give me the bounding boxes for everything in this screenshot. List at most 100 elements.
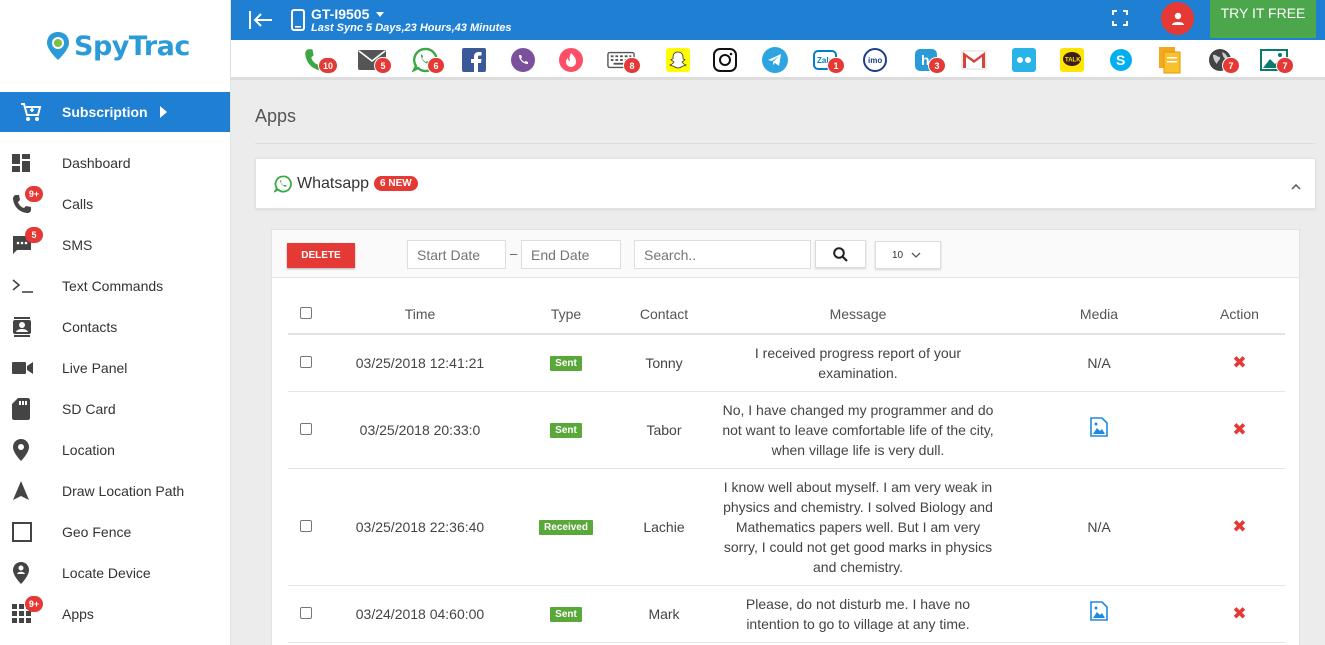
search-button[interactable]: [815, 240, 866, 268]
select-all-checkbox[interactable]: [300, 306, 312, 319]
sidebar-item-label: SMS: [62, 236, 93, 253]
appbar-count: 10: [318, 57, 339, 74]
appbar-count: 6: [427, 57, 445, 74]
column-header-contact[interactable]: Contact: [616, 294, 712, 335]
appbar-files[interactable]: [1156, 46, 1184, 74]
delete-row-icon[interactable]: ✖: [1232, 517, 1246, 536]
sd-card-icon: [0, 397, 62, 420]
top-header: GT-I9505 Last Sync 5 Days,23 Hours,43 Mi…: [231, 0, 1325, 40]
sidebar-item-label: SD Card: [62, 400, 116, 417]
appbar-keyboard[interactable]: 8: [607, 46, 641, 74]
appbar-tinder[interactable]: [557, 46, 585, 74]
sidebar-item-label: Text Commands: [62, 277, 164, 294]
sidebar-item-draw-location-path[interactable]: Draw Location Path: [0, 470, 230, 511]
try-it-free-button[interactable]: TRY IT FREE: [1210, 0, 1316, 38]
chevron-up-icon[interactable]: [1291, 177, 1301, 195]
appbar-gallery[interactable]: 7: [1260, 46, 1294, 74]
appbar-imo[interactable]: imo: [861, 46, 889, 74]
appbar-telegram[interactable]: [761, 46, 789, 74]
column-header-message[interactable]: Message: [712, 294, 1004, 335]
sidebar-item-contacts[interactable]: Contacts: [0, 306, 230, 347]
sidebar-item-geo-fence[interactable]: Geo Fence: [0, 511, 230, 552]
sidebar-item-live-panel[interactable]: Live Panel: [0, 347, 230, 388]
row-checkbox[interactable]: [300, 422, 312, 435]
cell-message: Please, do not disturb me. I have no int…: [745, 595, 971, 632]
page-size-value: 10: [892, 249, 904, 261]
start-date-input[interactable]: [407, 240, 506, 269]
image-file-icon[interactable]: [1090, 417, 1108, 437]
delete-row-icon[interactable]: ✖: [1232, 353, 1246, 372]
appbar-mail[interactable]: 5: [358, 46, 392, 74]
back-button[interactable]: [231, 0, 291, 40]
appbar-instagram[interactable]: [711, 46, 739, 74]
chevron-down-icon: [911, 252, 921, 258]
brand-logo[interactable]: SpyTrac: [0, 0, 230, 92]
appbar-hike[interactable]: h 3: [912, 46, 946, 74]
page-title: Apps: [255, 106, 297, 126]
new-count-badge: 6 NEW: [374, 176, 418, 191]
sidebar-item-text-commands[interactable]: Text Commands: [0, 265, 230, 306]
fullscreen-button[interactable]: [1111, 9, 1129, 32]
type-badge: Sent: [550, 423, 582, 438]
delete-row-icon[interactable]: ✖: [1232, 420, 1246, 439]
appbar-zalo[interactable]: Zalo 1: [811, 46, 845, 74]
delete-button[interactable]: DELETE: [287, 243, 355, 268]
row-checkbox[interactable]: [300, 519, 312, 532]
appbar-snapchat[interactable]: [664, 46, 692, 74]
appbar-facebook[interactable]: [460, 46, 488, 74]
sidebar: SpyTrac Subscription Dashboard 9+ Calls …: [0, 0, 231, 645]
app-icon-bar: 10 5 6 8 Zalo 1 imo h 3 TALK S 7 7: [231, 40, 1325, 80]
appbar-kakaotalk[interactable]: TALK: [1058, 46, 1086, 74]
svg-text:TALK: TALK: [1065, 58, 1081, 64]
sms-icon: 5: [0, 226, 62, 255]
sidebar-item-apps[interactable]: 9+ Apps: [0, 593, 230, 634]
column-header-type[interactable]: Type: [516, 294, 616, 335]
table-row: 03/25/2018 12:41:21 Sent Tonny I receive…: [288, 334, 1285, 392]
sidebar-item-dashboard[interactable]: Dashboard: [0, 142, 230, 183]
search-input[interactable]: [634, 240, 811, 269]
device-name: GT-I9505: [311, 6, 370, 22]
imo-icon: imo: [863, 48, 887, 72]
appbar-whatsapp[interactable]: 6: [411, 46, 445, 74]
smartphone-icon: [291, 9, 305, 31]
terminal-icon: [0, 278, 62, 294]
column-header-media[interactable]: Media: [1004, 294, 1194, 335]
delete-row-icon[interactable]: ✖: [1232, 604, 1246, 623]
sidebar-item-calls[interactable]: 9+ Calls: [0, 183, 230, 224]
subscription-button[interactable]: Subscription: [0, 92, 230, 132]
end-date-input[interactable]: [521, 240, 621, 269]
tinder-icon: [559, 48, 583, 72]
cell-message: I know well about myself. I am very weak…: [723, 478, 993, 575]
svg-text:imo: imo: [868, 56, 882, 65]
appbar-gmail[interactable]: [960, 46, 988, 74]
appbar-phone[interactable]: 10: [302, 46, 339, 74]
cell-contact: Lachie: [616, 468, 712, 586]
caret-right-icon: [159, 106, 167, 118]
image-file-icon[interactable]: [1090, 601, 1108, 621]
sidebar-item-sd-card[interactable]: SD Card: [0, 388, 230, 429]
row-checkbox[interactable]: [300, 355, 312, 368]
appbar-skype[interactable]: S: [1107, 46, 1135, 74]
sidebar-item-sms[interactable]: 5 SMS: [0, 224, 230, 265]
user-account-button[interactable]: [1161, 2, 1194, 35]
appbar-count: 5: [374, 57, 392, 74]
sidebar-item-locate-device[interactable]: Locate Device: [0, 552, 230, 593]
column-header-time[interactable]: Time: [324, 294, 516, 335]
square-outline-icon: [0, 521, 62, 542]
device-selector[interactable]: GT-I9505 Last Sync 5 Days,23 Hours,43 Mi…: [291, 6, 512, 34]
date-separator: –: [510, 246, 518, 261]
appbar-flickr[interactable]: [1010, 46, 1038, 74]
location-pin-icon: [0, 438, 62, 461]
sidebar-item-location[interactable]: Location: [0, 429, 230, 470]
sidebar-item-label: Apps: [62, 605, 94, 622]
table-header-row: Time Type Contact Message Media Action: [288, 294, 1285, 335]
sidebar-item-label: Contacts: [62, 318, 118, 335]
whatsapp-panel-header[interactable]: Whatsapp 6 NEW: [255, 158, 1316, 209]
appbar-browser[interactable]: 7: [1206, 46, 1240, 74]
sidebar-item-label: Location: [62, 441, 115, 458]
page-size-select[interactable]: 10: [875, 241, 941, 269]
sidebar-item-label: Locate Device: [62, 564, 151, 581]
svg-text:S: S: [1116, 52, 1125, 68]
appbar-viber[interactable]: [509, 46, 537, 74]
row-checkbox[interactable]: [300, 606, 312, 619]
